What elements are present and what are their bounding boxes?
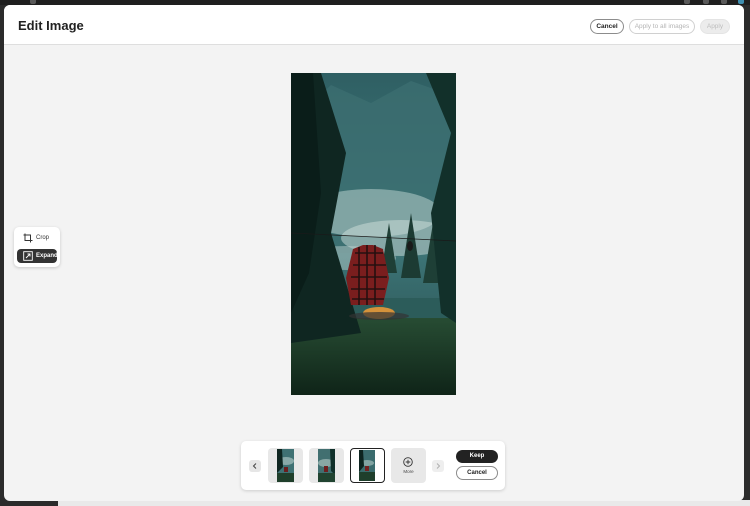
apply-button[interactable]: Apply <box>700 19 730 34</box>
variation-bar: More Keep Cancel <box>241 441 505 490</box>
expand-icon <box>23 251 33 261</box>
avatar[interactable] <box>738 0 744 4</box>
browser-icon <box>703 0 709 4</box>
keep-button[interactable]: Keep <box>456 450 498 463</box>
chevron-left-icon <box>252 463 257 469</box>
thumbnail-image <box>359 450 375 481</box>
browser-icon <box>30 0 36 4</box>
more-button[interactable]: More <box>391 448 426 483</box>
next-button[interactable] <box>432 460 444 472</box>
dialog-header: Edit Image Cancel Apply to all images Ap… <box>4 5 744 45</box>
crop-icon <box>23 233 33 243</box>
crop-label: Crop <box>36 235 50 241</box>
expand-tool[interactable]: Expand <box>17 249 58 263</box>
plus-circle-icon <box>403 457 413 467</box>
variation-cancel-button[interactable]: Cancel <box>456 466 498 480</box>
more-label: More <box>403 469 414 474</box>
thumbnail-3-selected[interactable] <box>350 448 385 483</box>
expand-label: Expand <box>36 253 58 259</box>
apply-to-all-button[interactable]: Apply to all images <box>629 19 695 34</box>
crop-tool[interactable]: Crop <box>17 231 57 245</box>
thumbnail-image <box>277 449 294 482</box>
cancel-button[interactable]: Cancel <box>590 19 624 34</box>
image-preview <box>291 73 456 395</box>
thumbnail-1[interactable] <box>268 448 303 483</box>
edit-image-dialog: Edit Image Cancel Apply to all images Ap… <box>4 5 744 501</box>
chevron-right-icon <box>436 463 441 469</box>
thumbnail-image <box>318 449 335 482</box>
previous-button[interactable] <box>249 460 261 472</box>
thumbnail-2[interactable] <box>309 448 344 483</box>
browser-icon <box>721 0 727 4</box>
browser-icon <box>684 0 690 4</box>
tool-panel: Crop Expand <box>14 227 60 267</box>
dialog-title: Edit Image <box>18 18 84 33</box>
